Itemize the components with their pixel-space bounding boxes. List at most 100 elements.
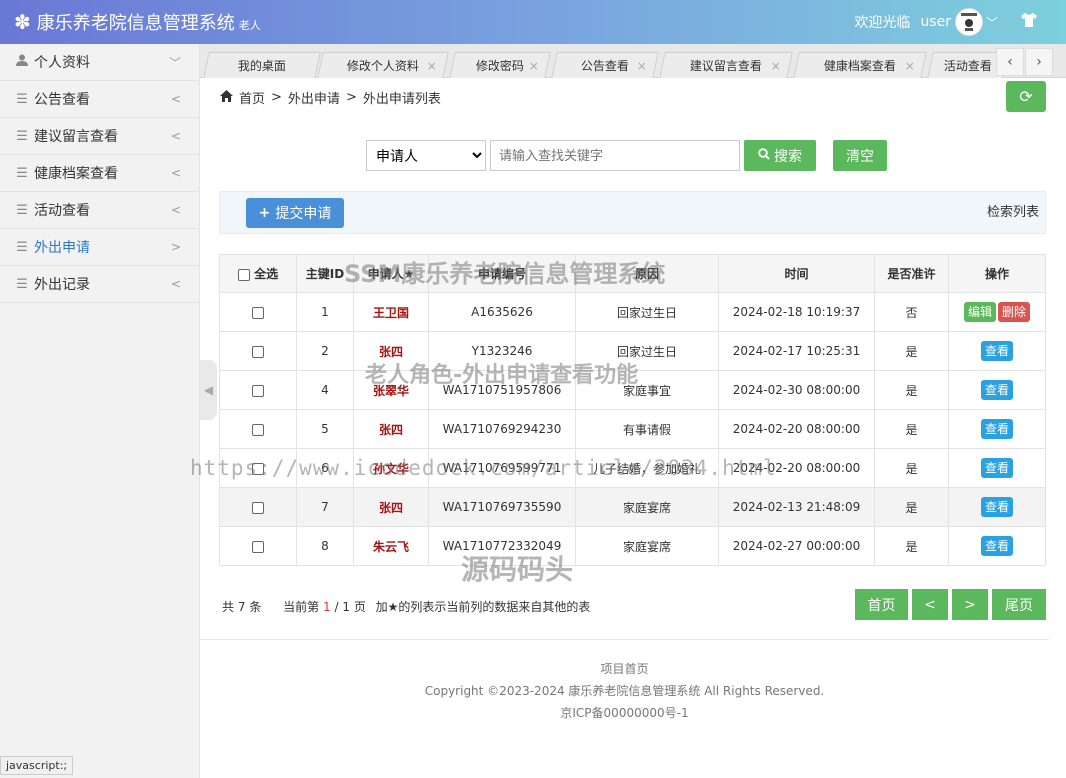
breadcrumb-level1[interactable]: 外出申请 — [288, 88, 340, 107]
cell-id: 1 — [296, 292, 354, 332]
tab-suggestion[interactable]: 建议留言查看 × — [659, 52, 793, 78]
cell-time: 2024-02-30 08:00:00 — [718, 370, 875, 410]
prev-page-button[interactable]: < — [912, 589, 948, 620]
sidebar-item-outing-request[interactable]: ☰ 外出申请 > — [0, 229, 199, 266]
sidebar-item-notice[interactable]: ☰ 公告查看 < — [0, 81, 199, 118]
view-button[interactable]: 查看 — [980, 536, 1013, 556]
chevron-left-icon: < — [170, 277, 181, 291]
sidebar-item-label: 外出记录 — [34, 277, 90, 293]
header-id: 主键ID — [296, 254, 354, 293]
cell-reason: 回家过生日 — [575, 331, 719, 371]
table-row: 4 张翠华 WA1710751957806 家庭事宜 2024-02-30 08… — [219, 370, 1046, 410]
caret-left-icon: ◀ — [203, 383, 214, 397]
row-checkbox[interactable] — [252, 384, 264, 397]
view-button[interactable]: 查看 — [980, 497, 1013, 517]
app-logo[interactable]: ✽ 康乐养老院信息管理系统 老人 — [0, 9, 261, 35]
sidebar-item-suggestion[interactable]: ☰ 建议留言查看 < — [0, 118, 199, 155]
sidebar-collapse-handle[interactable]: ◀ — [200, 360, 217, 420]
table-row: 6 孙文华 WA1710769599771 儿子结婚，参加婚礼 2024-02-… — [219, 448, 1046, 488]
view-button[interactable]: 查看 — [980, 341, 1013, 361]
close-icon[interactable]: × — [637, 59, 647, 73]
role-label: 老人 — [238, 19, 261, 32]
search-input[interactable] — [490, 140, 740, 171]
avatar[interactable] — [954, 8, 983, 36]
project-home-link[interactable]: 项目首页 — [200, 658, 1049, 680]
cell-number: A1635626 — [428, 292, 576, 332]
gear-logo-icon: ✽ — [14, 10, 31, 34]
breadcrumb-home[interactable]: 首页 — [239, 88, 265, 107]
pagination-info: 共 7 条 当前第 1 / 1 页 加★的列表示当前列的数据来自其他的表 — [222, 600, 591, 614]
submit-request-button[interactable]: + 提交申请 — [246, 198, 344, 228]
table-row: 8 朱云飞 WA1710772332049 家庭宴席 2024-02-27 00… — [219, 526, 1046, 566]
total-pages: 1 — [342, 600, 350, 614]
close-icon[interactable]: × — [529, 59, 539, 73]
edit-button[interactable]: 编辑 — [963, 302, 996, 322]
app-title: 康乐养老院信息管理系统 — [36, 13, 235, 34]
theme-shirt-icon[interactable] — [1020, 12, 1038, 32]
cell-number: WA1710769294230 — [428, 409, 576, 449]
browser-status-bar: javascript:; — [0, 756, 74, 775]
footer: 项目首页 Copyright ©2023-2024 康乐养老院信息管理系统 Al… — [200, 658, 1049, 724]
outing-request-table: 全选 主键ID 申请人★ 申请编号 原因 时间 是否准许 操作 1 王卫国 A1… — [219, 254, 1046, 566]
view-button[interactable]: 查看 — [980, 419, 1013, 439]
close-icon[interactable]: × — [771, 59, 781, 73]
chevron-left-icon: ‹ — [1007, 54, 1013, 70]
cell-time: 2024-02-13 21:48:09 — [718, 487, 875, 527]
row-checkbox[interactable] — [252, 306, 264, 319]
delete-button[interactable]: 删除 — [998, 302, 1031, 322]
tab-scroll-left-button[interactable]: ‹ — [996, 48, 1024, 76]
row-checkbox[interactable] — [252, 540, 264, 553]
row-checkbox[interactable] — [252, 345, 264, 358]
tab-scroll-right-button[interactable]: › — [1025, 48, 1053, 76]
header-approved: 是否准许 — [874, 254, 949, 293]
sidebar-item-profile[interactable]: 个人资料 ﹀ — [0, 44, 199, 81]
header-reason: 原因 — [575, 254, 719, 293]
clear-button[interactable]: 清空 — [833, 140, 887, 171]
top-header: ✽ 康乐养老院信息管理系统 老人 欢迎光临 user ﹀ — [0, 0, 1066, 44]
view-button[interactable]: 查看 — [980, 380, 1013, 400]
search-button[interactable]: 搜索 — [744, 140, 816, 171]
first-page-button[interactable]: 首页 — [855, 589, 908, 620]
sidebar-item-label: 建议留言查看 — [34, 129, 118, 145]
refresh-button[interactable]: ⟳ — [1006, 81, 1046, 112]
menu-icon: ☰ — [16, 165, 28, 181]
row-checkbox[interactable] — [252, 501, 264, 514]
chevron-right-icon: > — [170, 240, 181, 254]
row-checkbox[interactable] — [252, 423, 264, 436]
row-checkbox[interactable] — [252, 462, 264, 475]
tab-notice[interactable]: 公告查看 × — [551, 52, 659, 78]
sidebar-item-activity[interactable]: ☰ 活动查看 < — [0, 192, 199, 229]
plus-icon: + — [258, 205, 271, 221]
username[interactable]: user — [920, 14, 951, 30]
header-applicant: 申请人★ — [353, 254, 429, 293]
cell-number: WA1710769599771 — [428, 448, 576, 488]
tab-health[interactable]: 健康档案查看 × — [793, 52, 927, 78]
cell-number: Y1323246 — [428, 331, 576, 371]
chevron-down-icon[interactable]: ﹀ — [986, 14, 998, 31]
chevron-right-icon: › — [1036, 54, 1042, 70]
cell-approved: 是 — [874, 409, 949, 449]
tab-desktop[interactable]: 我的桌面 — [203, 52, 321, 78]
header-select-all[interactable]: 全选 — [219, 254, 297, 293]
next-page-button[interactable]: > — [952, 589, 988, 620]
header-time: 时间 — [718, 254, 875, 293]
close-icon[interactable]: × — [427, 59, 437, 73]
pagination-note: 加★的列表示当前列的数据来自其他的表 — [375, 600, 591, 614]
tab-bar: 我的桌面 修改个人资料 × 修改密码 × 公告查看 × 建议留言查看 × 健康档… — [200, 44, 1066, 78]
cell-applicant: 孙文华 — [353, 448, 429, 488]
last-page-button[interactable]: 尾页 — [992, 589, 1046, 620]
tab-edit-profile[interactable]: 修改个人资料 × — [317, 52, 449, 78]
cell-approved: 是 — [874, 370, 949, 410]
sidebar-item-health[interactable]: ☰ 健康档案查看 < — [0, 155, 199, 192]
tab-change-password[interactable]: 修改密码 × — [449, 52, 551, 78]
sidebar-item-outing-record[interactable]: ☰ 外出记录 < — [0, 266, 199, 303]
welcome-text: 欢迎光临 — [854, 15, 911, 31]
cell-reason: 儿子结婚，参加婚礼 — [575, 448, 719, 488]
view-button[interactable]: 查看 — [980, 458, 1013, 478]
select-all-checkbox[interactable] — [237, 268, 250, 281]
close-icon[interactable]: × — [905, 59, 915, 73]
icp-text: 京ICP备00000000号-1 — [560, 706, 689, 720]
footer-divider — [200, 639, 1049, 640]
search-field-select[interactable]: 申请人 — [366, 140, 486, 171]
table-row: 2 张四 Y1323246 回家过生日 2024-02-17 10:25:31 … — [219, 331, 1046, 371]
